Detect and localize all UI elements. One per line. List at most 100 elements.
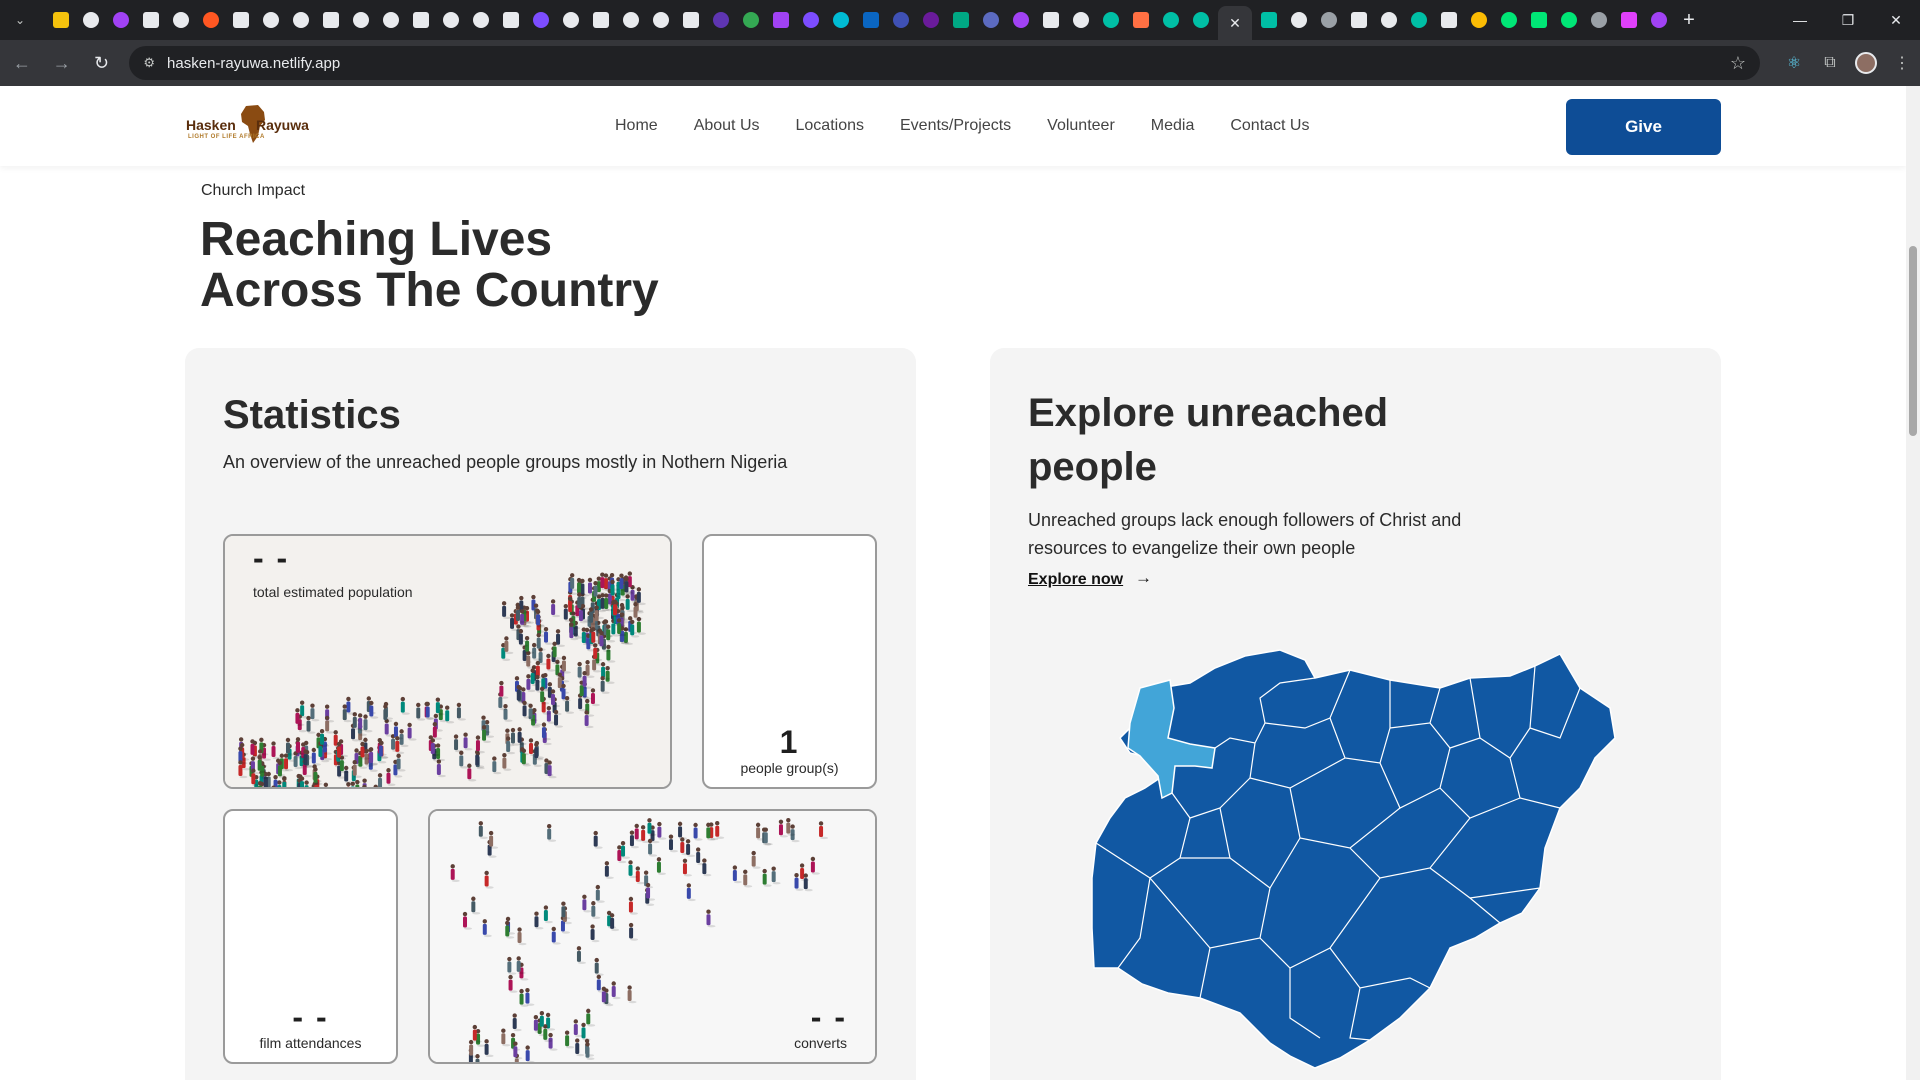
tab-favicon-icon	[1501, 12, 1517, 28]
browser-right-tab-7[interactable]	[1464, 5, 1494, 35]
browser-tab-31[interactable]	[976, 5, 1006, 35]
browser-right-tab-0[interactable]	[1254, 5, 1284, 35]
scrollbar-thumb[interactable]	[1909, 246, 1917, 436]
reload-icon[interactable]: ↻	[84, 45, 120, 81]
main-nav: Home About Us Locations Events/Projects Volu…	[615, 86, 1345, 166]
profile-avatar[interactable]	[1855, 52, 1878, 74]
people-groups-tile: 1 people group(s)	[702, 534, 877, 789]
browser-tab-8[interactable]	[286, 5, 316, 35]
browser-tab-2[interactable]	[106, 5, 136, 35]
url-text[interactable]: hasken-rayuwa.netlify.app	[167, 55, 1730, 72]
give-button[interactable]: Give	[1566, 99, 1721, 155]
browser-right-tab-11[interactable]	[1584, 5, 1614, 35]
profile-avatar-wrap[interactable]	[1848, 45, 1884, 81]
site-info-icon[interactable]: ⚙	[143, 55, 155, 71]
browser-tab-13[interactable]	[436, 5, 466, 35]
nav-link-contact-us[interactable]: Contact Us	[1230, 117, 1309, 135]
browser-tab-9[interactable]	[316, 5, 346, 35]
nav-link-locations[interactable]: Locations	[796, 117, 865, 135]
browser-tab-15[interactable]	[496, 5, 526, 35]
restore-icon[interactable]: ❐	[1824, 0, 1872, 40]
browser-right-tab-3[interactable]	[1344, 5, 1374, 35]
browser-right-tab-8[interactable]	[1494, 5, 1524, 35]
browser-tab-20[interactable]	[646, 5, 676, 35]
nav-link-volunteer[interactable]: Volunteer	[1047, 117, 1115, 135]
back-icon[interactable]: ←	[4, 45, 40, 81]
browser-right-tab-9[interactable]	[1524, 5, 1554, 35]
browser-tab-37[interactable]	[1156, 5, 1186, 35]
browser-right-tab-1[interactable]	[1284, 5, 1314, 35]
browser-tab-19[interactable]	[616, 5, 646, 35]
browser-tab-4[interactable]	[166, 5, 196, 35]
close-window-icon[interactable]: ✕	[1872, 0, 1920, 40]
section-title-line2: Across The Country	[200, 264, 659, 317]
browser-tab-24[interactable]	[766, 5, 796, 35]
browser-tab-36[interactable]	[1126, 5, 1156, 35]
new-tab-icon[interactable]: +	[1674, 9, 1704, 32]
browser-tab-0[interactable]	[46, 5, 76, 35]
browser-menu-icon[interactable]: ⋮	[1884, 45, 1920, 81]
browser-tab-18[interactable]	[586, 5, 616, 35]
browser-tab-7[interactable]	[256, 5, 286, 35]
tab-search-icon[interactable]: ⌄	[8, 8, 32, 32]
browser-tab-3[interactable]	[136, 5, 166, 35]
explore-title: Explore unreached people	[1028, 391, 1389, 489]
page-scrollbar[interactable]	[1906, 86, 1920, 1080]
browser-tab-38[interactable]	[1186, 5, 1216, 35]
site-header: Hasken Rayuwa LIGHT OF LIFE AFRICA Home A…	[0, 86, 1906, 166]
browser-tab-26[interactable]	[826, 5, 856, 35]
browser-tab-23[interactable]	[736, 5, 766, 35]
browser-right-tab-12[interactable]	[1614, 5, 1644, 35]
browser-tab-12[interactable]	[406, 5, 436, 35]
nav-link-about-us[interactable]: About Us	[694, 117, 760, 135]
browser-tab-16[interactable]	[526, 5, 556, 35]
tab-favicon-icon	[983, 12, 999, 28]
converts-value: - -	[810, 999, 847, 1035]
forward-icon[interactable]: →	[44, 45, 80, 81]
explore-now-link[interactable]: Explore now	[1028, 571, 1123, 589]
active-tab-close-icon[interactable]: ✕	[1218, 6, 1252, 40]
browser-tab-10[interactable]	[346, 5, 376, 35]
explore-description: Unreached groups lack enough followers o…	[1028, 510, 1462, 558]
tab-favicon-icon	[1073, 12, 1089, 28]
tab-favicon-icon	[323, 12, 339, 28]
browser-tab-6[interactable]	[226, 5, 256, 35]
browser-right-tab-13[interactable]	[1644, 5, 1674, 35]
browser-tab-14[interactable]	[466, 5, 496, 35]
converts-label: converts	[794, 1035, 847, 1051]
browser-right-tab-2[interactable]	[1314, 5, 1344, 35]
browser-tab-25[interactable]	[796, 5, 826, 35]
browser-tab-17[interactable]	[556, 5, 586, 35]
tab-favicon-icon	[473, 12, 489, 28]
browser-tab-21[interactable]	[676, 5, 706, 35]
minimize-icon[interactable]: —	[1776, 0, 1824, 40]
browser-tab-30[interactable]	[946, 5, 976, 35]
extensions-icon[interactable]: ⧉	[1812, 45, 1848, 81]
browser-tab-22[interactable]	[706, 5, 736, 35]
browser-right-tab-5[interactable]	[1404, 5, 1434, 35]
browser-tab-28[interactable]	[886, 5, 916, 35]
nav-link-media[interactable]: Media	[1151, 117, 1195, 135]
nav-link-home[interactable]: Home	[615, 117, 658, 135]
browser-tab-5[interactable]	[196, 5, 226, 35]
browser-tab-11[interactable]	[376, 5, 406, 35]
arrow-right-icon[interactable]: →	[1135, 568, 1152, 588]
browser-right-tab-10[interactable]	[1554, 5, 1584, 35]
react-devtools-icon[interactable]: ⚛	[1776, 45, 1812, 81]
browser-tab-35[interactable]	[1096, 5, 1126, 35]
browser-right-tab-4[interactable]	[1374, 5, 1404, 35]
address-bar[interactable]: ⚙ hasken-rayuwa.netlify.app ☆	[129, 46, 1761, 80]
nigeria-map[interactable]	[1090, 648, 1630, 1080]
bookmark-star-icon[interactable]: ☆	[1730, 53, 1746, 74]
site-logo[interactable]: Hasken Rayuwa LIGHT OF LIFE AFRICA	[186, 100, 309, 152]
browser-tab-27[interactable]	[856, 5, 886, 35]
browser-tab-33[interactable]	[1036, 5, 1066, 35]
film-attendances-tile: - - film attendances	[223, 809, 398, 1064]
browser-tab-29[interactable]	[916, 5, 946, 35]
nav-link-events-projects[interactable]: Events/Projects	[900, 117, 1011, 135]
browser-right-tab-6[interactable]	[1434, 5, 1464, 35]
tab-favicon-icon	[1591, 12, 1607, 28]
browser-tab-1[interactable]	[76, 5, 106, 35]
browser-tab-32[interactable]	[1006, 5, 1036, 35]
browser-tab-34[interactable]	[1066, 5, 1096, 35]
